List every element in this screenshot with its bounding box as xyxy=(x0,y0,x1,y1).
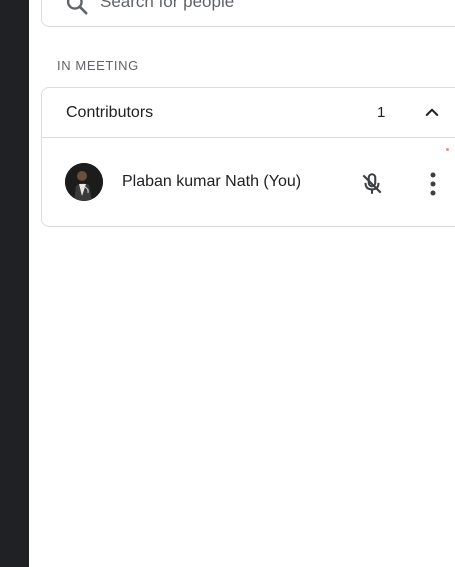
mic-off-icon[interactable] xyxy=(359,171,385,197)
participant-name: Plaban kumar Nath (You) xyxy=(122,173,302,190)
chevron-up-icon[interactable] xyxy=(423,103,441,121)
participant-row[interactable]: Plaban kumar Nath (You) xyxy=(42,138,455,226)
search-icon xyxy=(66,0,88,15)
avatar xyxy=(65,163,103,201)
left-dark-strip xyxy=(0,0,29,567)
status-dot xyxy=(446,148,449,151)
section-heading-in-meeting: IN MEETING xyxy=(57,58,139,73)
people-panel: IN MEETING Contributors 1 Plaban kumar N… xyxy=(29,0,455,567)
group-count: 1 xyxy=(377,104,386,121)
contributors-group-header[interactable]: Contributors 1 xyxy=(42,88,455,138)
contributors-group: Contributors 1 Plaban kumar Nath (You) xyxy=(41,87,455,227)
search-box[interactable] xyxy=(41,0,455,27)
avatar-image xyxy=(65,163,103,201)
search-input[interactable] xyxy=(100,0,400,15)
group-title: Contributors xyxy=(66,104,154,121)
more-vert-icon[interactable] xyxy=(424,171,442,197)
